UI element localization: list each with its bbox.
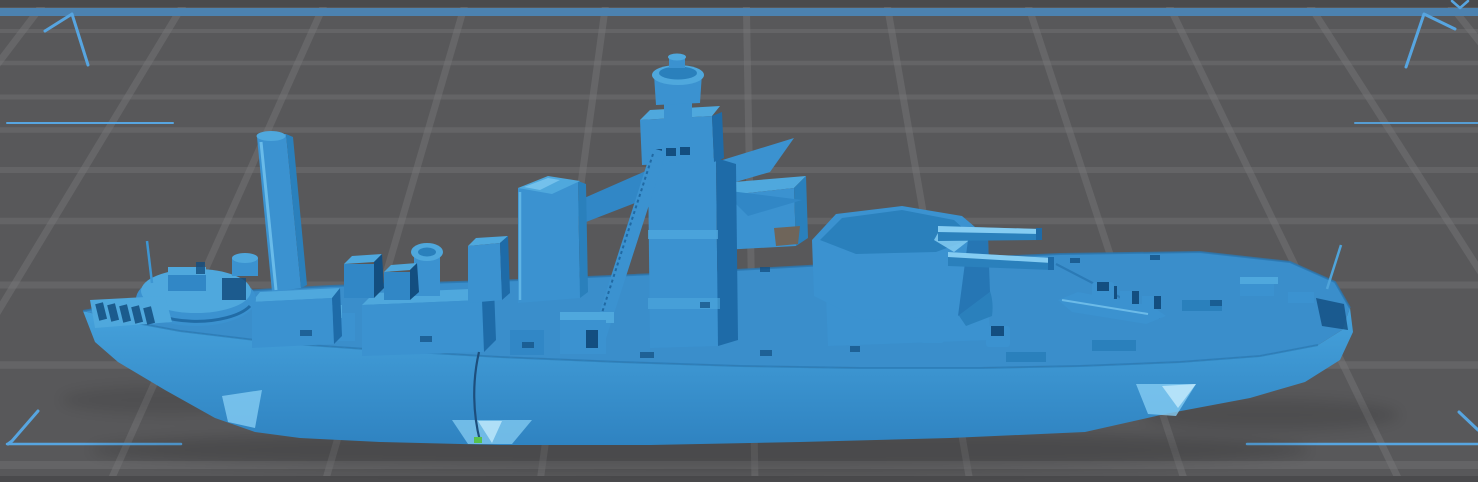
fore-deckhouse [252, 298, 334, 348]
top-edge-strip [0, 0, 1478, 7]
doorway [586, 330, 598, 348]
corner-marker-top-left [45, 14, 88, 65]
dark-cube [222, 278, 246, 300]
tower-lower [648, 158, 718, 348]
corner-marker-top-right [1406, 14, 1455, 67]
seam-marker-dot [474, 437, 482, 443]
mesh-gap-artifact [774, 226, 800, 246]
corner-marker-bottom-right [1459, 412, 1478, 430]
funnel [518, 176, 588, 303]
build-volume-back-edge [0, 8, 1478, 16]
bottom-edge-strip [0, 476, 1478, 482]
viewport-3d[interactable] [0, 0, 1478, 482]
corner-marker-bottom-left [8, 411, 38, 444]
forward-mast [257, 131, 308, 292]
jack-staff [147, 241, 152, 283]
